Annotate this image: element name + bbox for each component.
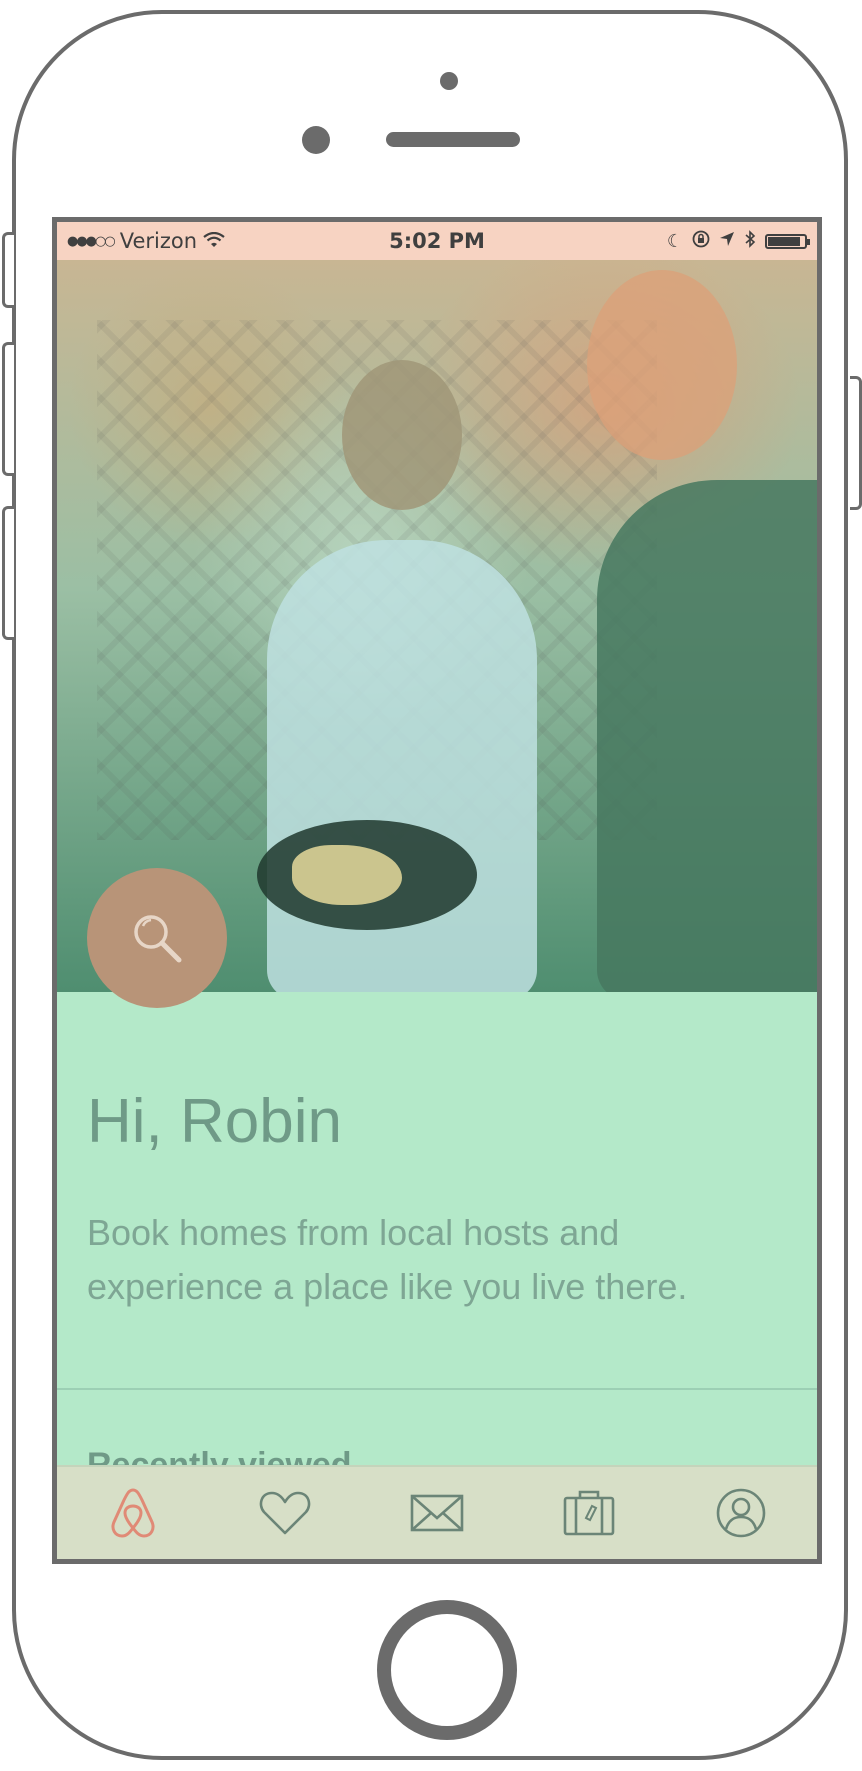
tab-explore[interactable] (88, 1473, 178, 1553)
status-bar: ●●●○○ Verizon 5:02 PM ☾ (57, 222, 817, 260)
proximity-sensor (302, 126, 330, 154)
power-button (850, 376, 862, 510)
suitcase-icon (563, 1490, 615, 1536)
profile-icon (716, 1488, 766, 1538)
tagline-text: Book homes from local hosts and experien… (87, 1212, 688, 1307)
mute-switch (2, 232, 14, 308)
bluetooth-icon (744, 229, 756, 253)
search-icon (134, 915, 182, 963)
person-right-head (587, 270, 737, 460)
do-not-disturb-icon: ☾ (666, 230, 683, 252)
volume-up-button (2, 342, 14, 476)
carrier-name: Verizon (119, 229, 198, 253)
search-button[interactable] (87, 868, 227, 1008)
heart-icon (259, 1491, 311, 1535)
tab-inbox[interactable] (392, 1473, 482, 1553)
home-button[interactable] (377, 1600, 517, 1740)
front-camera (440, 72, 458, 90)
rotation-lock-icon (692, 230, 710, 253)
battery-icon (765, 233, 810, 249)
airbnb-logo-icon (111, 1488, 155, 1538)
tab-wishlists[interactable] (240, 1473, 330, 1553)
person-left-head (342, 360, 462, 510)
app-screen: ●●●○○ Verizon 5:02 PM ☾ Hi, Robin Book h… (52, 217, 822, 1564)
wifi-icon (203, 229, 225, 253)
section-divider (57, 1388, 817, 1390)
earpiece-speaker (386, 132, 520, 147)
envelope-icon (410, 1494, 464, 1532)
tab-trips[interactable] (544, 1473, 634, 1553)
volume-down-button (2, 506, 14, 640)
location-arrow-icon (719, 231, 735, 252)
tab-profile[interactable] (696, 1473, 786, 1553)
greeting-title: Hi, Robin (87, 1087, 342, 1156)
tab-bar (57, 1465, 817, 1559)
signal-strength-icon: ●●●○○ (67, 233, 116, 249)
person-right (597, 480, 817, 992)
